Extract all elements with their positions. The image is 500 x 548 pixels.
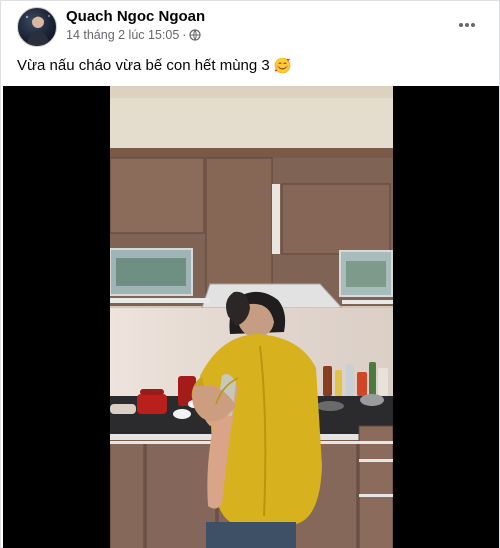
post-timestamp[interactable]: 14 tháng 2 lúc 15:05 xyxy=(66,28,179,42)
post-video[interactable] xyxy=(3,86,499,548)
post-meta: 14 tháng 2 lúc 15:05 · xyxy=(66,28,202,42)
avatar[interactable] xyxy=(17,7,57,47)
post-caption: Vừa nấu cháo vừa bế con hết mùng 3 xyxy=(17,57,291,74)
facebook-post: Quach Ngoc Ngoan 14 tháng 2 lúc 15:05 · … xyxy=(0,0,500,548)
avatar-image xyxy=(25,15,50,46)
kitchen-scene-image xyxy=(110,86,393,548)
smiling-face-with-hearts-icon xyxy=(274,57,291,74)
globe-icon[interactable] xyxy=(189,29,202,41)
video-frame xyxy=(110,86,393,548)
more-options-button[interactable] xyxy=(453,13,481,37)
post-header: Quach Ngoc Ngoan 14 tháng 2 lúc 15:05 · xyxy=(1,1,500,51)
caption-text: Vừa nấu cháo vừa bế con hết mùng 3 xyxy=(17,57,270,74)
more-options-icon xyxy=(459,23,475,27)
author-name[interactable]: Quach Ngoc Ngoan xyxy=(66,8,205,25)
meta-separator: · xyxy=(182,28,187,42)
